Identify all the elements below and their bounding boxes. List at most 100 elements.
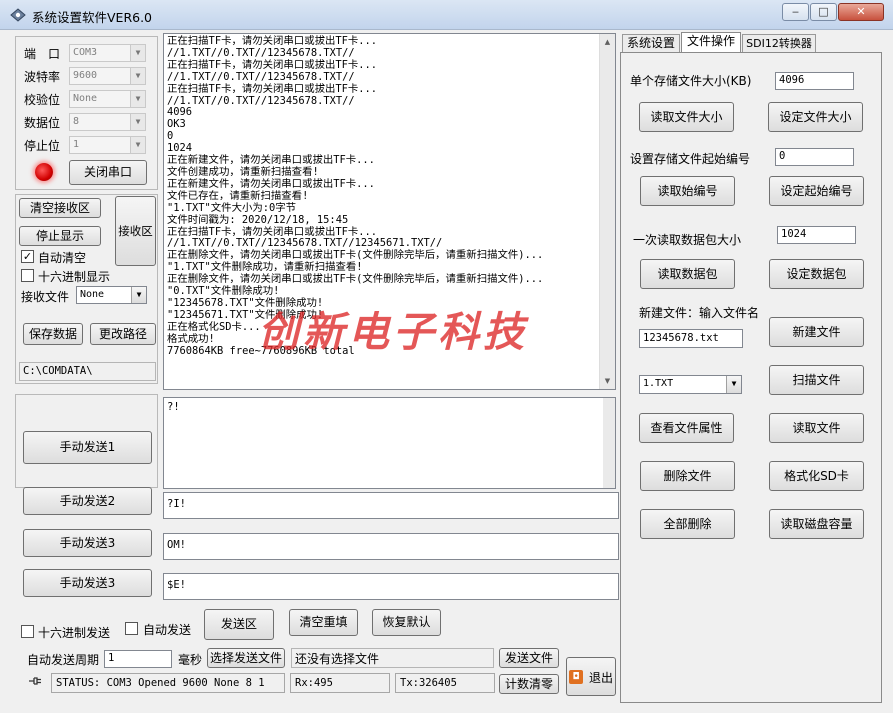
save-path-field: C:\COMDATA\ xyxy=(19,362,156,381)
tab-sdi12-converter[interactable]: SDI12转换器 xyxy=(742,34,816,52)
set-start-number-button[interactable]: 设定起始编号 xyxy=(769,176,864,206)
chevron-down-icon: ▼ xyxy=(726,376,741,393)
chevron-down-icon: ▼ xyxy=(130,137,145,153)
receive-file-value: None xyxy=(80,289,105,300)
send-text-4[interactable]: $E! xyxy=(163,573,619,600)
read-packet-button[interactable]: 读取数据包 xyxy=(640,259,735,289)
chevron-down-icon: ▼ xyxy=(130,68,145,84)
baud-value: 9600 xyxy=(73,70,98,81)
packet-size-input[interactable]: 1024 xyxy=(777,226,856,244)
chevron-down-icon: ▼ xyxy=(130,91,145,107)
single-size-input[interactable]: 4096 xyxy=(775,72,854,90)
receive-line: 文件时间戳为: 2020/12/18, 15:45 xyxy=(167,213,349,226)
read-start-number-button[interactable]: 读取始编号 xyxy=(640,176,735,206)
packet-size-label: 一次读取数据包大小 xyxy=(633,233,742,247)
read-disk-capacity-button[interactable]: 读取磁盘容量 xyxy=(769,509,864,539)
receive-line: //1.TXT//0.TXT//12345678.TXT// xyxy=(167,94,355,107)
receive-line: OK3 xyxy=(167,118,186,131)
send-file-button[interactable]: 发送文件 xyxy=(499,648,559,668)
read-file-button[interactable]: 读取文件 xyxy=(769,413,864,443)
clear-refill-button[interactable]: 清空重填 xyxy=(289,609,358,636)
auto-send-checkbox[interactable] xyxy=(125,622,138,635)
restore-default-button[interactable]: 恢复默认 xyxy=(372,609,441,636)
stopbits-select[interactable]: 1 ▼ xyxy=(69,136,146,154)
baud-select[interactable]: 9600 ▼ xyxy=(69,67,146,85)
databits-select[interactable]: 8 ▼ xyxy=(69,113,146,131)
close-port-button[interactable]: 关闭串口 xyxy=(69,160,147,185)
new-file-button[interactable]: 新建文件 xyxy=(769,317,864,347)
set-packet-button[interactable]: 设定数据包 xyxy=(769,259,864,289)
receive-line: 文件已存在，请重新扫描查看! xyxy=(167,189,309,202)
watermark-logo: 创新电子科技 xyxy=(258,308,528,356)
scroll-up-icon[interactable]: ▲ xyxy=(600,34,615,50)
format-sd-button[interactable]: 格式化SD卡 xyxy=(769,461,864,491)
window-title: 系统设置软件VER6.0 xyxy=(32,10,153,25)
choose-send-file-button[interactable]: 选择发送文件 xyxy=(207,648,285,668)
scroll-down-icon[interactable]: ▼ xyxy=(600,373,615,389)
start-number-input[interactable]: 0 xyxy=(775,148,854,166)
parity-select[interactable]: None ▼ xyxy=(69,90,146,108)
auto-send-label: 自动发送 xyxy=(143,623,192,637)
clear-receive-button[interactable]: 清空接收区 xyxy=(19,198,101,218)
file-select[interactable]: 1.TXT ▼ xyxy=(639,375,742,394)
receive-line: 正在新建文件，请勿关闭串口或拔出TF卡... xyxy=(167,177,375,190)
delete-file-button[interactable]: 删除文件 xyxy=(640,461,735,491)
port-label: 端 口 xyxy=(24,47,61,61)
close-button[interactable]: ✕ xyxy=(838,3,884,21)
send-text-3[interactable]: OM! xyxy=(163,533,619,560)
send1-scrollbar[interactable] xyxy=(603,398,615,488)
delete-all-button[interactable]: 全部删除 xyxy=(640,509,735,539)
manual-send-2-button[interactable]: 手动发送2 xyxy=(23,487,152,515)
scan-files-button[interactable]: 扫描文件 xyxy=(769,365,864,395)
read-file-size-button[interactable]: 读取文件大小 xyxy=(639,102,734,132)
receive-line: "1.TXT"文件大小为:0字节 xyxy=(167,201,297,214)
change-path-button[interactable]: 更改路径 xyxy=(90,323,156,345)
exit-icon: ◘ xyxy=(569,670,583,684)
file-properties-button[interactable]: 查看文件属性 xyxy=(639,413,734,443)
rx-counter: Rx:495 xyxy=(290,673,390,693)
receive-area-button[interactable]: 接收区 xyxy=(115,196,156,266)
hex-send-checkbox[interactable] xyxy=(21,625,34,638)
baud-label: 波特率 xyxy=(24,70,61,84)
parity-label: 校验位 xyxy=(24,93,61,107)
save-data-button[interactable]: 保存数据 xyxy=(23,323,83,345)
parity-value: None xyxy=(73,93,98,104)
hex-display-checkbox[interactable] xyxy=(21,269,34,282)
port-status-led-icon xyxy=(35,163,53,181)
stopbits-value: 1 xyxy=(73,139,80,150)
send-area-button[interactable]: 发送区 xyxy=(204,609,274,640)
receive-line: 正在扫描TF卡，请勿关闭串口或拔出TF卡... xyxy=(167,82,378,95)
hex-send-label: 十六进制发送 xyxy=(38,626,111,640)
databits-value: 8 xyxy=(73,116,80,127)
manual-send-1-button[interactable]: 手动发送1 xyxy=(23,431,152,464)
status-text: STATUS: COM3 Opened 9600 None 8 1 xyxy=(51,673,285,693)
receive-file-label: 接收文件 xyxy=(21,290,70,304)
receive-line: //1.TXT//0.TXT//12345678.TXT// xyxy=(167,70,355,83)
new-file-input[interactable]: 12345678.txt xyxy=(639,329,743,348)
tx-counter: Tx:326405 xyxy=(395,673,495,693)
port-select[interactable]: COM3 ▼ xyxy=(69,44,146,62)
auto-clear-label: 自动清空 xyxy=(38,251,87,265)
ms-label: 毫秒 xyxy=(178,653,203,667)
period-input[interactable]: 1 xyxy=(104,650,172,668)
set-file-size-button[interactable]: 设定文件大小 xyxy=(768,102,863,132)
receive-line: 0 xyxy=(167,130,174,143)
exit-button[interactable]: ◘ 退出 xyxy=(566,657,616,696)
manual-send-4-button[interactable]: 手动发送3 xyxy=(23,569,152,597)
new-file-label: 新建文件：输入文件名 xyxy=(639,306,760,320)
auto-clear-checkbox[interactable]: ✓ xyxy=(21,250,34,263)
minimize-button[interactable]: ‒ xyxy=(782,3,809,21)
stop-display-button[interactable]: 停止显示 xyxy=(19,226,101,246)
receive-file-select[interactable]: None ▼ xyxy=(76,286,147,304)
receive-line: 4096 xyxy=(167,106,193,119)
tab-system-settings[interactable]: 系统设置 xyxy=(622,34,680,52)
maximize-button[interactable]: □ xyxy=(810,3,837,21)
chevron-down-icon: ▼ xyxy=(131,287,146,303)
tab-file-operations[interactable]: 文件操作 xyxy=(681,32,741,53)
stopbits-label: 停止位 xyxy=(24,139,61,153)
send-text-2[interactable]: ?I! xyxy=(163,492,619,519)
receive-scrollbar[interactable]: ▲ ▼ xyxy=(599,34,615,389)
send-text-1[interactable]: ?! xyxy=(163,397,616,489)
manual-send-3-button[interactable]: 手动发送3 xyxy=(23,529,152,557)
reset-count-button[interactable]: 计数清零 xyxy=(499,674,559,694)
